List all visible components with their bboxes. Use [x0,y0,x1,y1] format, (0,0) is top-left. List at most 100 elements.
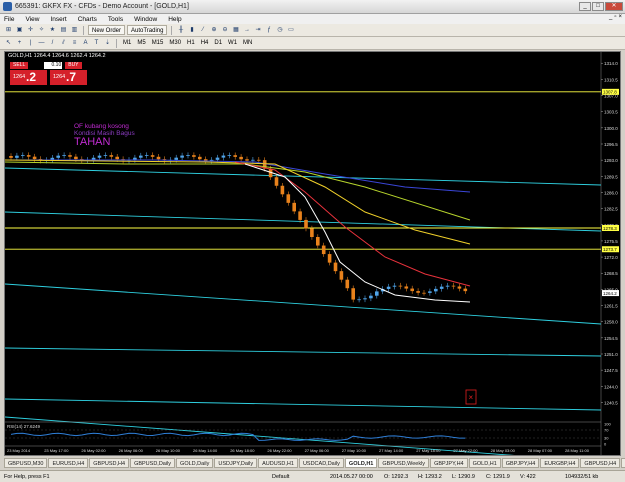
text-icon[interactable]: A [81,38,90,48]
label-icon[interactable]: T [92,38,101,48]
timeframe-h4[interactable]: H4 [199,40,211,46]
chart-tab[interactable]: GC [621,458,625,468]
candle-body [103,155,108,156]
autotrading-button[interactable]: AutoTrading [127,25,168,35]
candle-body [327,254,332,263]
price-chart[interactable]: 1314.01310.51307.01303.51300.01296.51293… [5,52,620,455]
tile-icon[interactable]: ▦ [231,25,240,35]
menu-insert[interactable]: Insert [50,16,66,23]
zoom-out-icon[interactable]: ⊖ [220,25,229,35]
chart-shift-icon[interactable]: ⇥ [253,25,262,35]
menu-view[interactable]: View [25,16,39,23]
time-axis-label: 27 May 22:00 [453,448,478,453]
new-chart-icon[interactable]: ⊞ [4,25,13,35]
horizontal-line-icon[interactable]: — [37,38,46,48]
timeframe-h1[interactable]: H1 [185,40,197,46]
candle-body [56,155,60,158]
child-minimize-icon[interactable]: _ [609,14,612,20]
timeframe-m5[interactable]: M5 [135,40,147,46]
chart-tab[interactable]: GOLD,H1 [468,458,501,468]
trend-line [5,398,602,411]
time-axis-label: 26 May 14:00 [193,448,218,453]
candle-body [428,291,432,293]
status-help: For Help, press F1 [4,474,50,480]
minimize-icon[interactable]: _ [579,2,591,11]
status-close: C: 1291.9 [486,474,510,480]
timeframe-w1[interactable]: W1 [226,40,239,46]
data-window-icon[interactable]: ✧ [37,25,46,35]
buy-button[interactable]: 1264 .7 [50,70,87,85]
menu-window[interactable]: Window [134,16,157,23]
timeframe-m15[interactable]: M15 [150,40,166,46]
menu-help[interactable]: Help [168,16,181,23]
chart-tab[interactable]: GBPUSD,H4 [89,458,130,468]
channel-icon[interactable]: ⫽ [59,38,68,48]
fibonacci-icon[interactable]: ≡ [70,38,79,48]
lot-size-input[interactable]: 0.10 [44,61,63,69]
candle-body [357,299,361,301]
child-close-icon[interactable]: × [618,14,622,20]
sell-label[interactable]: SELL [10,61,29,69]
tester-icon[interactable]: ▥ [70,25,79,35]
autoscroll-icon[interactable]: → [242,25,251,35]
chart-tab[interactable]: GOLD,H1 [344,458,378,468]
candlestick-icon[interactable]: ▮ [187,25,196,35]
candle-body [115,156,119,160]
arrows-icon[interactable]: ⇣ [103,38,112,48]
line-chart-icon[interactable]: ⁄ [198,25,207,35]
menu-file[interactable]: File [4,16,14,23]
candle-body [68,155,72,157]
bar-chart-icon[interactable]: ╫ [176,25,185,35]
chart-tab[interactable]: GBPUSD,Daily [130,458,176,468]
terminal-icon[interactable]: ▤ [59,25,68,35]
child-restore-icon[interactable]: ▫ [614,14,616,20]
chart-window[interactable]: 1314.0 1310.5 1307.0 1303.5 1300.0 1296.5 1293… [4,51,621,456]
price-axis-label: 1254.5 [604,336,618,341]
cursor-icon[interactable]: ↖ [4,38,13,48]
chart-tab[interactable]: EURGBP,H4 [540,458,580,468]
price-axis-label: 1282.5 [604,207,618,212]
market-watch-icon[interactable]: ✛ [26,25,35,35]
templates-icon[interactable]: ▭ [286,25,295,35]
chart-tab[interactable]: EURUSD,H4 [48,458,89,468]
status-open: O: 1292.3 [384,474,409,480]
periods-icon[interactable]: ◷ [275,25,284,35]
maximize-icon[interactable]: □ [592,2,604,11]
profiles-icon[interactable]: ▣ [15,25,24,35]
price-tag-label: 1278.3 [603,226,617,231]
ma-line-yellow [5,159,471,245]
chart-tab[interactable]: GBPUSD,M30 [4,458,48,468]
annotation-title[interactable]: TAHAN [74,136,110,148]
time-axis-label: 26 May 18:00 [230,448,255,453]
chart-tab[interactable]: AUDUSD,H1 [258,458,298,468]
navigator-icon[interactable]: ★ [48,25,57,35]
chart-tab[interactable]: USDJPY,Daily [214,458,258,468]
timeframe-mn[interactable]: MN [241,40,254,46]
candle-body [439,286,444,289]
menu-charts[interactable]: Charts [78,16,97,23]
timeframe-d1[interactable]: D1 [212,40,224,46]
zoom-in-icon[interactable]: ⊕ [209,25,218,35]
chart-tab[interactable]: GBPUSD,H4 [580,458,621,468]
trendline-icon[interactable]: / [48,38,57,48]
new-order-button[interactable]: New Order [88,25,126,35]
sell-button[interactable]: 1264 .2 [10,70,47,85]
buy-label[interactable]: BUY [65,61,82,69]
close-icon[interactable]: ✕ [605,2,623,11]
chart-tab[interactable]: USDCAD,Daily [298,458,344,468]
annotation-text[interactable]: OF kubang kosong [74,123,129,130]
timeframe-m30[interactable]: M30 [167,40,183,46]
chart-tab[interactable]: GBPUSD,Weekly [378,458,430,468]
status-datetime: 2014.05.27 00:00 [330,474,373,480]
chart-tab[interactable]: GBPJPY,H4 [501,458,540,468]
candle-body [174,157,178,160]
chart-tab[interactable]: GBPJPY,H4 [430,458,468,468]
price-axis-label: 1251.0 [604,352,618,357]
indicators-icon[interactable]: ƒ [264,25,273,35]
chart-tab[interactable]: GOLD,Daily [176,458,214,468]
trend-line [5,347,602,357]
menu-tools[interactable]: Tools [108,16,123,23]
crosshair-icon[interactable]: + [15,38,24,48]
vertical-line-icon[interactable]: | [26,38,35,48]
timeframe-m1[interactable]: M1 [121,40,133,46]
